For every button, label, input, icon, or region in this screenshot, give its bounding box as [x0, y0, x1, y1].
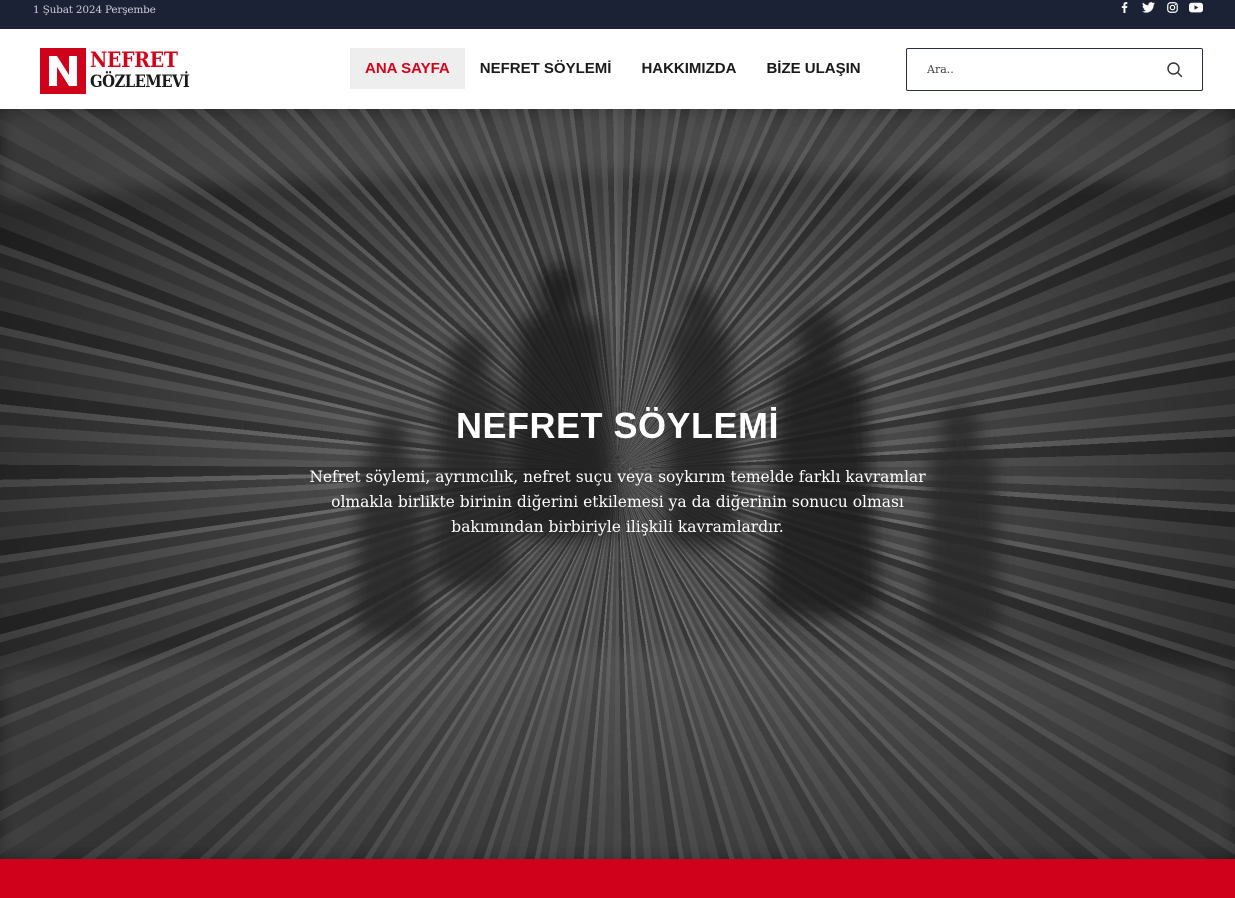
- current-date: 1 Şubat 2024 Perşembe: [33, 4, 156, 16]
- twitter-icon[interactable]: [1141, 1, 1155, 13]
- nav-item-ana-sayfa[interactable]: ANA SAYFA: [350, 48, 465, 89]
- logo-badge: [40, 48, 86, 94]
- top-bar: 1 Şubat 2024 Perşembe: [0, 0, 1235, 29]
- nav-item-nefret-soylemi[interactable]: NEFRET SÖYLEMİ: [465, 48, 627, 89]
- search-icon: [1167, 62, 1183, 78]
- footer-red-bar: [0, 859, 1235, 898]
- facebook-icon[interactable]: [1117, 1, 1131, 13]
- nav-item-hakkimizda[interactable]: HAKKIMIZDA: [626, 48, 751, 89]
- social-links: [1117, 0, 1203, 14]
- hero-description: Nefret söylemi, ayrımcılık, nefret suçu …: [309, 468, 926, 536]
- main-nav: ANA SAYFA NEFRET SÖYLEMİ HAKKIMIZDA BİZE…: [350, 48, 876, 89]
- logo-text-line1: NEFRET: [90, 47, 178, 72]
- search-box: [906, 48, 1203, 91]
- search-input[interactable]: [907, 49, 1157, 90]
- logo-text-line2: GÖZLEMEVİ: [90, 72, 190, 92]
- instagram-icon[interactable]: [1165, 1, 1179, 13]
- nav-item-bize-ulasin[interactable]: BİZE ULAŞIN: [751, 48, 875, 89]
- youtube-icon[interactable]: [1189, 1, 1203, 13]
- hero-banner: NEFRET SÖYLEMİ Nefret söylemi, ayrımcılı…: [0, 109, 1235, 859]
- site-logo[interactable]: NEFRET GÖZLEMEVİ: [40, 48, 194, 94]
- site-header: NEFRET GÖZLEMEVİ ANA SAYFA NEFRET SÖYLEM…: [0, 29, 1235, 109]
- search-button[interactable]: [1166, 61, 1184, 79]
- hero-title: NEFRET SÖYLEMİ: [455, 405, 780, 446]
